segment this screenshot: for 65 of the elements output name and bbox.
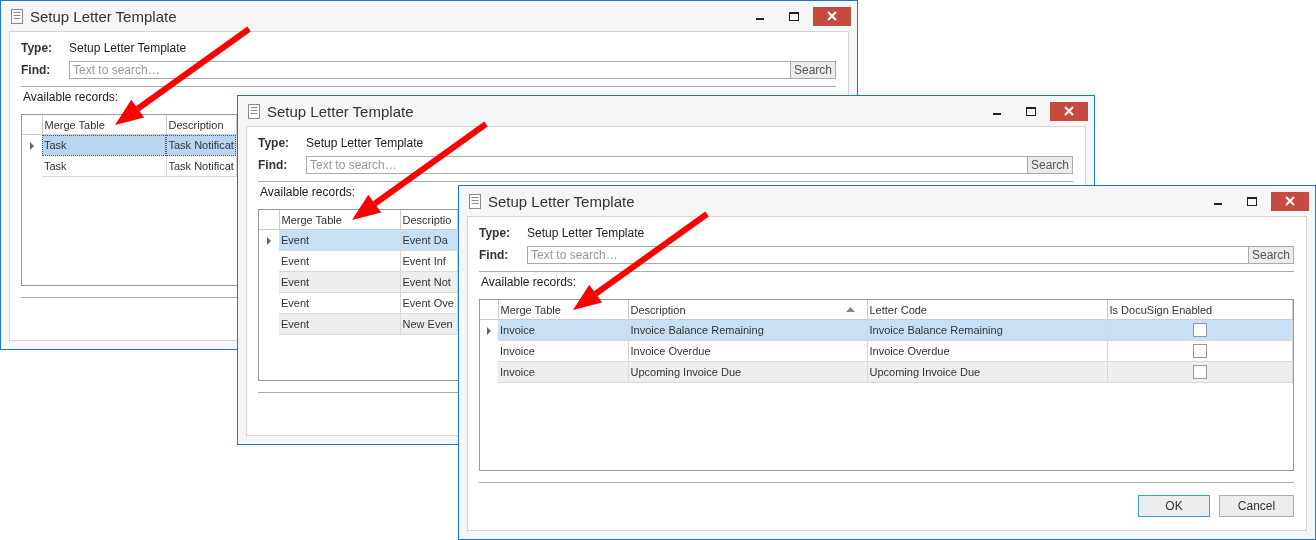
type-value: Setup Letter Template xyxy=(527,226,645,240)
column-header[interactable]: Description xyxy=(628,300,867,320)
type-label: Type: xyxy=(21,41,54,55)
document-icon xyxy=(248,103,260,119)
column-header[interactable]: Descriptio xyxy=(400,210,457,230)
window-title: Setup Letter Template xyxy=(30,7,177,25)
close-button[interactable] xyxy=(1050,101,1088,121)
type-value: Setup Letter Template xyxy=(306,136,424,150)
window-title: Setup Letter Template xyxy=(267,102,414,120)
find-label: Find: xyxy=(258,158,289,172)
checkbox[interactable] xyxy=(1192,344,1207,359)
document-icon xyxy=(469,193,481,209)
search-field[interactable]: Text to search… xyxy=(306,156,1027,174)
close-icon xyxy=(1064,106,1074,116)
column-header[interactable]: Description xyxy=(166,115,236,135)
find-label: Find: xyxy=(479,248,510,262)
window-title: Setup Letter Template xyxy=(488,192,635,210)
table-cell: Task Notificat xyxy=(166,155,236,177)
row-indicator-icon xyxy=(267,237,271,246)
maximize-icon xyxy=(1026,106,1036,116)
type-value: Setup Letter Template xyxy=(69,41,187,55)
search-button[interactable]: Search xyxy=(1026,156,1073,174)
table-cell: Event xyxy=(279,313,400,335)
table-cell: Invoice Balance Remaining xyxy=(628,319,867,341)
close-button[interactable] xyxy=(813,6,851,26)
search-field[interactable]: Text to search… xyxy=(527,246,1248,264)
available-records-label: Available records: xyxy=(260,185,356,199)
available-records-label: Available records: xyxy=(481,275,577,289)
table-cell: Event xyxy=(279,271,400,293)
checkbox[interactable] xyxy=(1192,365,1207,380)
type-label: Type: xyxy=(258,136,291,150)
table-cell: Upcoming Invoice Due xyxy=(628,361,867,383)
find-label: Find: xyxy=(21,63,52,77)
checkbox[interactable] xyxy=(1192,323,1207,338)
table-cell: Upcoming Invoice Due xyxy=(867,361,1107,383)
close-icon xyxy=(827,11,837,21)
maximize-icon xyxy=(789,11,799,21)
available-records-label: Available records: xyxy=(23,90,119,104)
table-cell: Event xyxy=(279,229,400,251)
search-button[interactable]: Search xyxy=(789,61,836,79)
document-icon xyxy=(11,8,23,24)
maximize-icon xyxy=(1247,196,1257,206)
close-icon xyxy=(1285,196,1295,206)
table-cell: Invoice Overdue xyxy=(628,340,867,362)
table-cell: Event xyxy=(279,292,400,314)
column-header[interactable]: Is DocuSign Enabled xyxy=(1107,300,1293,320)
table-cell: Invoice xyxy=(498,340,628,362)
row-indicator-icon xyxy=(487,327,491,336)
table-cell: Invoice Overdue xyxy=(867,340,1107,362)
table-cell: Event Ove xyxy=(400,292,457,314)
table-cell: Invoice Balance Remaining xyxy=(867,319,1107,341)
dialog-button[interactable]: OK xyxy=(1138,495,1210,517)
search-button[interactable]: Search xyxy=(1247,246,1294,264)
table-cell: Event Inf xyxy=(400,250,457,272)
close-button[interactable] xyxy=(1271,191,1309,211)
table-cell: Task xyxy=(42,155,166,177)
column-header[interactable]: Letter Code xyxy=(867,300,1107,320)
type-label: Type: xyxy=(479,226,512,240)
dialog-button[interactable]: Cancel xyxy=(1219,495,1294,517)
row-indicator-icon xyxy=(30,142,34,151)
search-field[interactable]: Text to search… xyxy=(69,61,790,79)
table-cell: Task xyxy=(42,134,166,156)
table-cell: Event xyxy=(279,250,400,272)
table-cell: Invoice xyxy=(498,319,628,341)
table-cell: Invoice xyxy=(498,361,628,383)
